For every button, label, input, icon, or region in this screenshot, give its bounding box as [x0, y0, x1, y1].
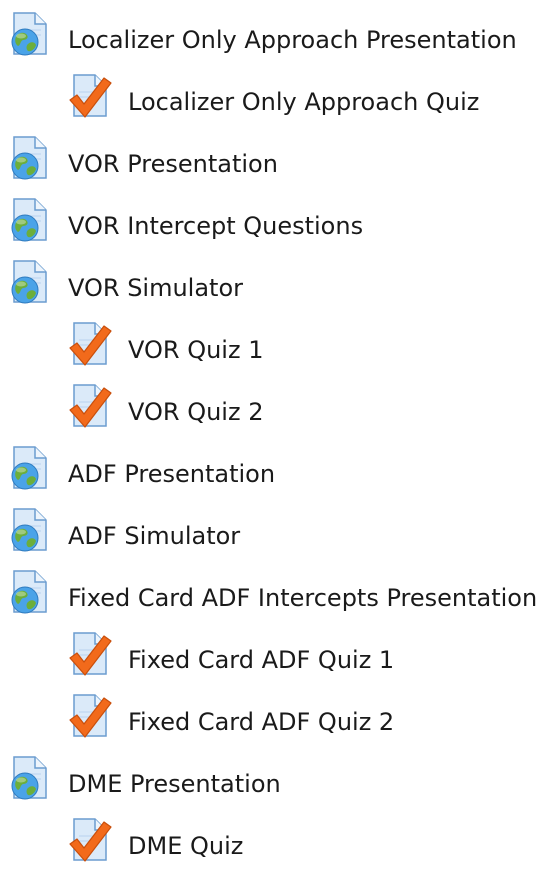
- activity-link[interactable]: Fixed Card ADF Quiz 1: [128, 645, 394, 675]
- quiz-activity-10[interactable]: Fixed Card ADF Quiz 1: [0, 630, 542, 692]
- activity-link[interactable]: VOR Simulator: [68, 273, 243, 303]
- activity-list: Localizer Only Approach Presentation Loc…: [0, 10, 542, 878]
- quiz-activity-1[interactable]: Localizer Only Approach Quiz: [0, 72, 542, 134]
- activity-link[interactable]: Fixed Card ADF Intercepts Presentation: [68, 583, 537, 613]
- web-page-icon: [8, 134, 54, 182]
- quiz-icon: [68, 320, 114, 368]
- page-activity-2[interactable]: VOR Presentation: [0, 134, 542, 196]
- quiz-icon: [68, 382, 114, 430]
- activity-link[interactable]: ADF Simulator: [68, 521, 240, 551]
- quiz-icon: [68, 72, 114, 120]
- page-activity-8[interactable]: ADF Simulator: [0, 506, 542, 568]
- activity-link[interactable]: Localizer Only Approach Quiz: [128, 87, 479, 117]
- quiz-icon: [68, 692, 114, 740]
- web-page-icon: [8, 196, 54, 244]
- activity-link[interactable]: Fixed Card ADF Quiz 2: [128, 707, 394, 737]
- web-page-icon: [8, 568, 54, 616]
- quiz-activity-11[interactable]: Fixed Card ADF Quiz 2: [0, 692, 542, 754]
- page-activity-3[interactable]: VOR Intercept Questions: [0, 196, 542, 258]
- activity-link[interactable]: VOR Quiz 1: [128, 335, 263, 365]
- web-page-icon: [8, 258, 54, 306]
- quiz-icon: [68, 816, 114, 864]
- page-activity-7[interactable]: ADF Presentation: [0, 444, 542, 506]
- page-activity-12[interactable]: DME Presentation: [0, 754, 542, 816]
- quiz-activity-6[interactable]: VOR Quiz 2: [0, 382, 542, 444]
- activity-link[interactable]: VOR Intercept Questions: [68, 211, 363, 241]
- web-page-icon: [8, 10, 54, 58]
- page-activity-9[interactable]: Fixed Card ADF Intercepts Presentation: [0, 568, 542, 630]
- page-activity-4[interactable]: VOR Simulator: [0, 258, 542, 320]
- activity-link[interactable]: Localizer Only Approach Presentation: [68, 25, 517, 55]
- activity-link[interactable]: VOR Quiz 2: [128, 397, 263, 427]
- activity-link[interactable]: VOR Presentation: [68, 149, 278, 179]
- activity-link[interactable]: DME Presentation: [68, 769, 281, 799]
- page-activity-0[interactable]: Localizer Only Approach Presentation: [0, 10, 542, 72]
- quiz-activity-13[interactable]: DME Quiz: [0, 816, 542, 878]
- activity-link[interactable]: DME Quiz: [128, 831, 243, 861]
- web-page-icon: [8, 754, 54, 802]
- web-page-icon: [8, 506, 54, 554]
- quiz-activity-5[interactable]: VOR Quiz 1: [0, 320, 542, 382]
- activity-link[interactable]: ADF Presentation: [68, 459, 275, 489]
- web-page-icon: [8, 444, 54, 492]
- quiz-icon: [68, 630, 114, 678]
